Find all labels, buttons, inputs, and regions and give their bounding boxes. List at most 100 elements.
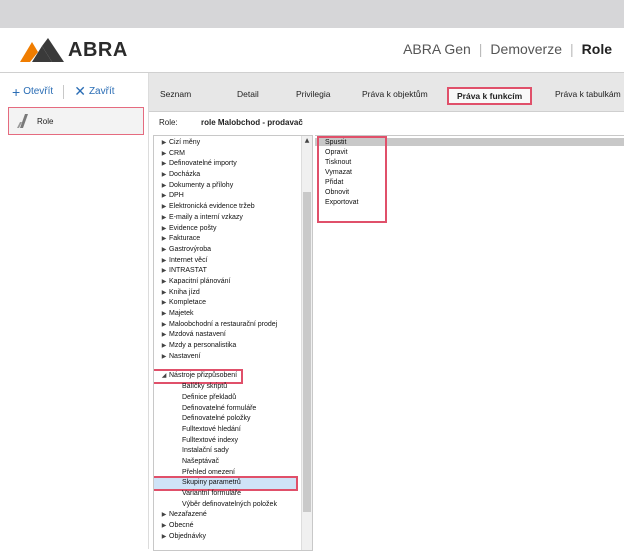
tree-leaf[interactable]: Fulltextové indexy — [154, 436, 300, 447]
tree-leaf[interactable]: Definovatelné formuláře — [154, 404, 300, 415]
section-title: Role — [581, 41, 612, 57]
close-icon: ✕ — [74, 83, 86, 99]
expand-arrow-icon[interactable]: ▶ — [159, 352, 169, 363]
expand-arrow-icon[interactable]: ▶ — [159, 288, 169, 299]
tree-node[interactable]: ▶ Gastrovýroba — [154, 245, 300, 256]
left-toolbar: + Otevřít ✕ Zavřít — [12, 83, 115, 100]
tree-node[interactable]: ▶ Evidence pošty — [154, 224, 300, 235]
expand-arrow-icon[interactable]: ▶ — [159, 224, 169, 235]
function-item[interactable]: Obnovit — [325, 188, 358, 198]
function-item[interactable]: Vymazat — [325, 168, 358, 178]
tree-node[interactable]: ▶ Maloobchodní a restaurační prodej — [154, 320, 300, 331]
expand-arrow-icon[interactable]: ▶ — [159, 298, 169, 309]
tab-detail[interactable]: Detail — [237, 89, 259, 99]
role-context-bar: Role: role Malobchod - prodavač — [149, 112, 624, 132]
expand-arrow-icon[interactable]: ▶ — [159, 138, 169, 149]
tree-node-expanded[interactable]: ◢ Nástroje přizpůsobení — [154, 369, 244, 385]
tree-leaf[interactable]: Našeptávač — [154, 457, 300, 468]
tree-node[interactable]: ▶ Elektronická evidence tržeb — [154, 202, 300, 213]
product-name: ABRA Gen — [403, 41, 471, 57]
role-name: role Malobchod - prodavač — [201, 118, 303, 127]
tree-node[interactable]: ▶ Objednávky — [154, 532, 300, 543]
tab-prava-k-objektum[interactable]: Práva k objektům — [362, 89, 428, 99]
left-panel: + Otevřít ✕ Zavřít Role — [0, 73, 149, 549]
tree-node[interactable]: ▶ Cizí měny — [154, 138, 300, 149]
tree-leaf[interactable]: Definice překladů — [154, 393, 300, 404]
role-key-label: Role: — [159, 118, 178, 127]
app-header: ABRA ABRA Gen | Demoverze | Role — [0, 28, 624, 73]
plus-icon: + — [12, 83, 21, 100]
tree-node[interactable]: ▶ Internet věcí — [154, 256, 300, 267]
expand-arrow-icon[interactable]: ▶ — [159, 330, 169, 341]
tree-leaf[interactable]: Přehled omezení — [154, 468, 300, 479]
tree-node[interactable]: ▶ Kapacitní plánování — [154, 277, 300, 288]
expand-arrow-icon[interactable]: ▶ — [159, 521, 169, 532]
expand-arrow-icon[interactable]: ▶ — [159, 202, 169, 213]
expand-arrow-icon[interactable]: ▶ — [159, 149, 169, 160]
tree-list: ▶ Cizí měny ▶ CRM ▶ Definovatelné importy ▶… — [154, 138, 300, 542]
expand-arrow-icon[interactable]: ▶ — [159, 170, 169, 181]
tree-node[interactable]: ▶ DPH — [154, 191, 300, 202]
tree-node[interactable]: ▶ Kompletace — [154, 298, 300, 309]
function-group-tree[interactable]: ▶ Cizí měny ▶ CRM ▶ Definovatelné importy ▶… — [153, 135, 313, 551]
expand-arrow-icon[interactable]: ▶ — [159, 213, 169, 224]
tree-node[interactable]: ▶ Nastavení — [154, 352, 300, 363]
tree-node[interactable]: ▶ E-maily a interní vzkazy — [154, 213, 300, 224]
tab-privilegia[interactable]: Privilegia — [296, 89, 331, 99]
tree-node[interactable]: ▶ CRM — [154, 149, 300, 160]
app-context: ABRA Gen | Demoverze | Role — [403, 41, 612, 57]
open-label: Otevřít — [23, 86, 54, 97]
sidebar-item-role[interactable]: Role — [8, 107, 144, 135]
expand-arrow-icon[interactable]: ▶ — [159, 266, 169, 277]
function-item[interactable]: Exportovat — [325, 198, 358, 208]
expand-arrow-icon[interactable]: ▶ — [159, 277, 169, 288]
tree-leaf[interactable]: Balíčky skriptů — [154, 382, 300, 393]
function-item[interactable]: Spustit — [325, 138, 358, 148]
expand-arrow-icon[interactable]: ▶ — [159, 245, 169, 256]
tree-node[interactable]: ▶ Dokumenty a přílohy — [154, 181, 300, 192]
open-button[interactable]: + Otevřít — [12, 84, 53, 100]
tree-node[interactable]: ▶ Obecné — [154, 521, 300, 532]
expand-arrow-icon[interactable]: ▶ — [159, 532, 169, 543]
expand-arrow-icon[interactable]: ▶ — [159, 320, 169, 331]
tab-seznam[interactable]: Seznam — [160, 89, 191, 99]
close-button[interactable]: ✕ Zavřít — [74, 83, 114, 100]
tab-prava-k-funkcim[interactable]: Práva k funkcím — [447, 87, 533, 105]
tree-node[interactable]: ▶ Fakturace — [154, 234, 300, 245]
tree-node[interactable]: ▶ Definovatelné importy — [154, 159, 300, 170]
tree-node[interactable]: ▶ Kniha jízd — [154, 288, 300, 299]
expand-arrow-icon[interactable]: ▶ — [159, 234, 169, 245]
expand-arrow-icon[interactable]: ▶ — [159, 510, 169, 521]
scrollbar-thumb[interactable] — [303, 192, 311, 512]
logo-text: ABRA — [68, 38, 128, 61]
expand-arrow-icon[interactable]: ▶ — [159, 309, 169, 320]
tree-leaf[interactable]: Variantní formuláře — [154, 489, 300, 500]
tree-leaf[interactable]: Instalační sady — [154, 446, 300, 457]
company-name[interactable]: Demoverze — [490, 41, 562, 57]
expand-arrow-icon[interactable]: ▶ — [159, 159, 169, 170]
tree-node[interactable]: ▶ Majetek — [154, 309, 300, 320]
expand-arrow-icon[interactable]: ▶ — [159, 191, 169, 202]
scroll-up-icon[interactable]: ▲ — [302, 136, 312, 146]
tab-prava-k-tabulkam[interactable]: Práva k tabulkám — [555, 89, 621, 99]
collapse-arrow-icon[interactable]: ◢ — [159, 371, 169, 382]
tree-node[interactable]: ▶ INTRASTAT — [154, 266, 300, 277]
role-icon — [17, 114, 28, 128]
expand-arrow-icon[interactable]: ▶ — [159, 256, 169, 267]
function-item[interactable]: Opravit — [325, 148, 358, 158]
function-item[interactable]: Přidat — [325, 178, 358, 188]
expand-arrow-icon[interactable]: ▶ — [159, 181, 169, 192]
tree-node[interactable]: ▶ Docházka — [154, 170, 300, 181]
tree-leaf[interactable]: Výběr definovatelných položek — [154, 500, 300, 511]
tree-scrollbar[interactable]: ▲ — [301, 136, 312, 550]
expand-arrow-icon[interactable]: ▶ — [159, 341, 169, 352]
tree-node[interactable]: ▶ Mzdy a personalistika — [154, 341, 300, 352]
tree-node[interactable]: ▶ Nezařazené — [154, 510, 300, 521]
function-item[interactable]: Tisknout — [325, 158, 358, 168]
tab-bar: Seznam Detail Privilegia Práva k objektů… — [149, 73, 624, 112]
separator: | — [478, 41, 483, 57]
tree-leaf[interactable]: Fulltextové hledání — [154, 425, 300, 436]
tree-node[interactable]: ▶ Mzdová nastavení — [154, 330, 300, 341]
tree-leaf[interactable]: Definovatelné položky — [154, 414, 300, 425]
tree-leaf-selected[interactable]: Skupiny parametrů — [154, 476, 298, 491]
